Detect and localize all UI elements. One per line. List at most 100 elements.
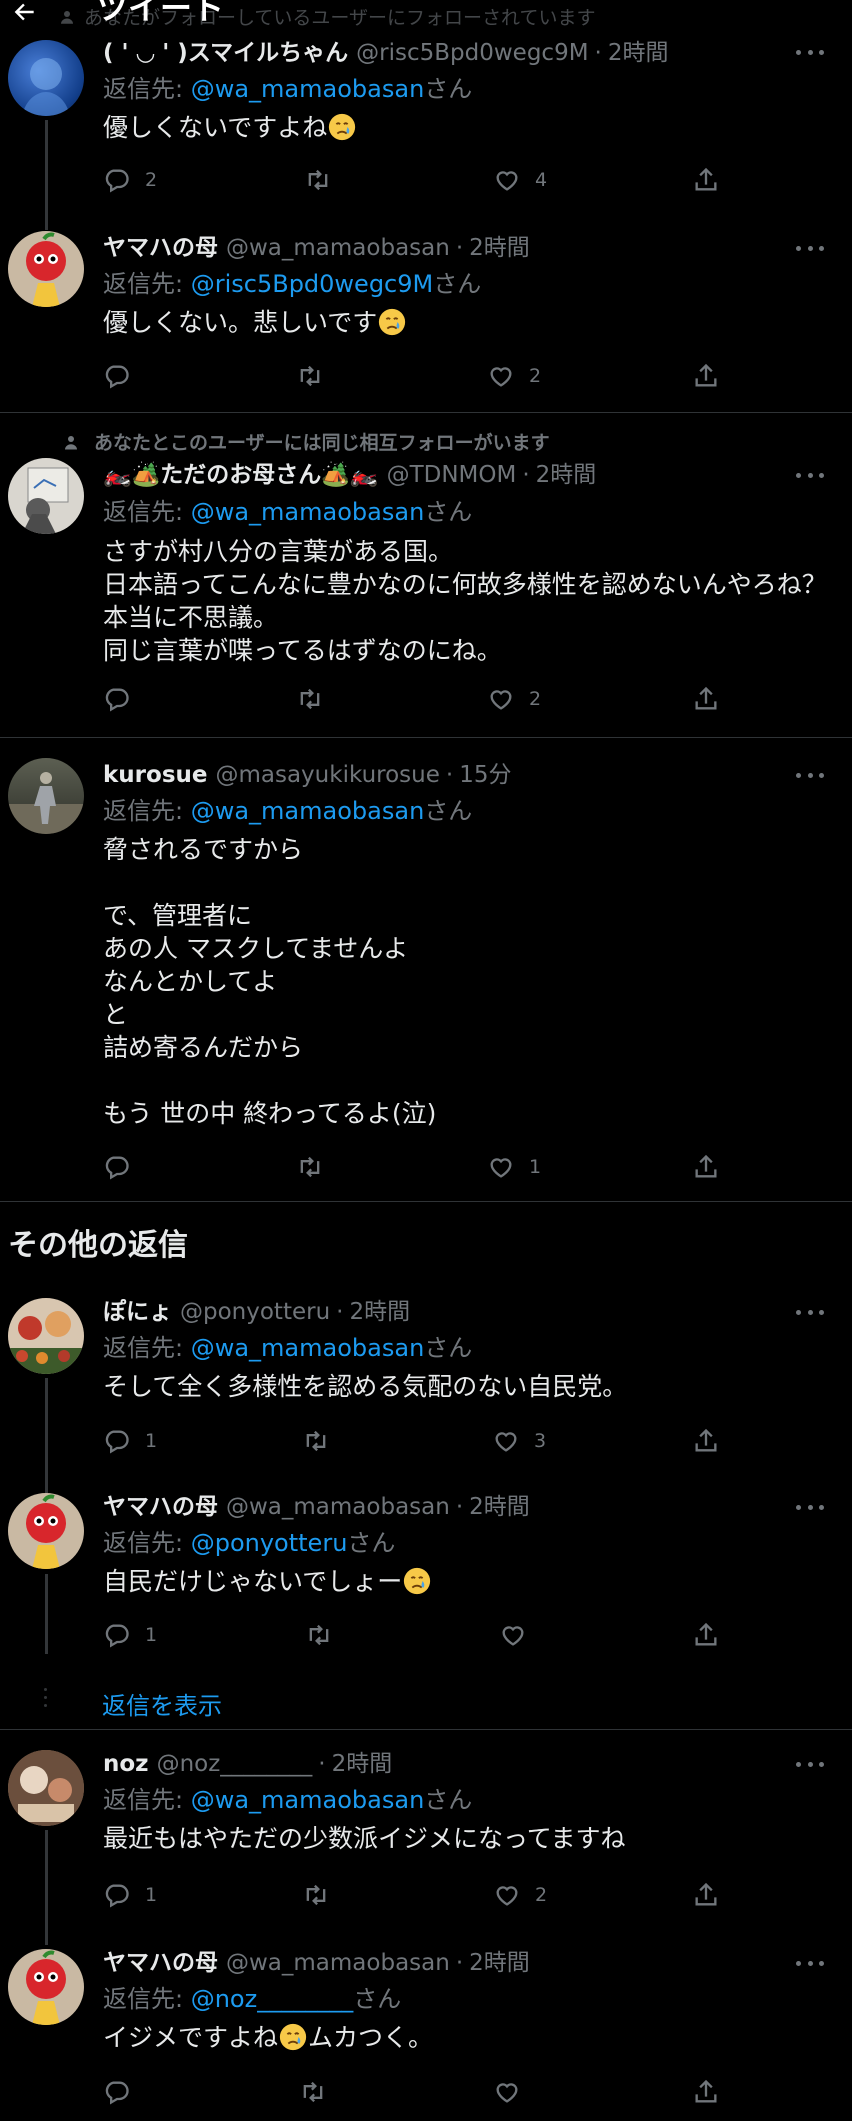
display-name[interactable]: ヤマハの母 (103, 1948, 218, 1978)
like-button[interactable] (493, 2075, 535, 2109)
reply-button[interactable] (103, 682, 145, 716)
retweet-button[interactable] (302, 1424, 330, 1458)
avatar[interactable] (8, 1298, 84, 1374)
retweet-button[interactable] (302, 1878, 330, 1912)
timestamp[interactable]: 2時間 (469, 233, 530, 263)
timestamp[interactable]: 2時間 (536, 460, 597, 490)
share-icon (692, 1621, 720, 1649)
handle[interactable]: @masayukikurosue (215, 760, 439, 790)
show-replies-link[interactable]: 返信を表示 (102, 1686, 222, 1721)
retweet-button[interactable] (305, 1618, 333, 1652)
share-button[interactable] (692, 1878, 720, 1912)
retweet-button[interactable] (296, 682, 324, 716)
reply-to-link[interactable]: @wa_mamaobasan (191, 75, 425, 103)
more-options-icon[interactable] (796, 1503, 824, 1511)
tweet-item[interactable]: ヤマハの母 @wa_mamaobasan · 2時間 返信先: @noz____… (0, 1935, 852, 2121)
display-name[interactable]: ヤマハの母 (103, 233, 218, 263)
like-button[interactable]: 3 (492, 1424, 546, 1458)
more-options-icon[interactable] (796, 244, 824, 252)
reply-to-link[interactable]: @wa_mamaobasan (191, 498, 425, 526)
reply-to-link[interactable]: @wa_mamaobasan (191, 1786, 425, 1814)
reply-to-link[interactable]: @risc5Bpd0wegc9M (191, 270, 434, 298)
tweet-item[interactable]: ヤマハの母 @wa_mamaobasan · 2時間 返信先: @ponyott… (0, 1478, 852, 1724)
avatar[interactable] (8, 758, 84, 834)
timestamp[interactable]: 2時間 (332, 1749, 393, 1779)
reply-button[interactable] (103, 1150, 145, 1184)
more-options-icon[interactable] (796, 1308, 824, 1316)
share-button[interactable] (692, 2075, 720, 2109)
avatar[interactable] (8, 1493, 84, 1569)
reply-suffix: さん (424, 1334, 473, 1362)
handle[interactable]: @ponyotteru (180, 1297, 330, 1327)
reply-to-link[interactable]: @noz________ (191, 1985, 354, 2013)
timestamp[interactable]: 15分 (459, 760, 511, 790)
tweet-item[interactable]: ヤマハの母 @wa_mamaobasan · 2時間 返信先: @risc5Bp… (0, 198, 852, 412)
more-options-icon[interactable] (796, 471, 824, 479)
tweet-item[interactable]: kurosue @masayukikurosue · 15分 返信先: @wa_… (0, 738, 852, 1201)
share-button[interactable] (692, 1424, 720, 1458)
share-button[interactable] (692, 163, 720, 197)
more-options-icon[interactable] (796, 48, 824, 56)
share-button[interactable] (692, 1150, 720, 1184)
handle[interactable]: @noz________ (157, 1749, 313, 1779)
like-button[interactable]: 2 (487, 682, 541, 716)
tweet-item[interactable]: noz @noz________ · 2時間 返信先: @wa_mamaobas… (0, 1730, 852, 1945)
reply-context: 返信先: @wa_mamaobasanさん (103, 795, 472, 827)
timestamp[interactable]: 2時間 (349, 1297, 410, 1327)
tweet-item[interactable]: あなたとこのユーザーには同じ相互フォローがいます 🏍️🏕️ただのお母さん🏕️🏍️… (0, 413, 852, 737)
reply-button[interactable] (103, 2075, 145, 2109)
retweet-icon (302, 1427, 330, 1455)
share-button[interactable] (692, 682, 720, 716)
display-name[interactable]: 🏍️🏕️ただのお母さん🏕️🏍️ (103, 460, 379, 490)
tweet-text: イジメですよね ムカつく。 (103, 2021, 433, 2054)
like-button[interactable]: 2 (487, 359, 541, 393)
reply-button[interactable]: 1 (103, 1878, 157, 1912)
display-name[interactable]: ヤマハの母 (103, 1492, 218, 1522)
share-button[interactable] (692, 359, 720, 393)
avatar[interactable] (8, 231, 84, 307)
retweet-button[interactable] (296, 359, 324, 393)
display-name[interactable]: ( ' ◡ ' )スマイルちゃん (103, 38, 348, 68)
handle[interactable]: @risc5Bpd0wegc9M (356, 38, 588, 68)
handle[interactable]: @wa_mamaobasan (226, 233, 450, 263)
like-button[interactable] (499, 1618, 541, 1652)
reply-to-link[interactable]: @ponyotteru (191, 1529, 348, 1557)
back-arrow-icon[interactable] (10, 0, 40, 24)
handle[interactable]: @wa_mamaobasan (226, 1948, 450, 1978)
avatar[interactable] (8, 40, 84, 116)
timestamp[interactable]: 2時間 (469, 1492, 530, 1522)
reply-button[interactable] (103, 359, 145, 393)
avatar[interactable] (8, 458, 84, 534)
timestamp[interactable]: 2時間 (608, 38, 669, 68)
reply-to-link[interactable]: @wa_mamaobasan (191, 1334, 425, 1362)
timestamp[interactable]: 2時間 (469, 1948, 530, 1978)
retweet-button[interactable] (304, 163, 332, 197)
display-name[interactable]: noz (103, 1749, 149, 1779)
handle[interactable]: @wa_mamaobasan (226, 1492, 450, 1522)
reply-to-link[interactable]: @wa_mamaobasan (191, 797, 425, 825)
like-button[interactable]: 1 (487, 1150, 541, 1184)
display-name[interactable]: kurosue (103, 760, 207, 790)
retweet-button[interactable] (299, 2075, 327, 2109)
more-options-icon[interactable] (796, 1959, 824, 1967)
more-options-icon[interactable] (796, 771, 824, 779)
reply-button[interactable]: 2 (103, 163, 157, 197)
like-button[interactable]: 2 (493, 1878, 547, 1912)
heart-icon (493, 2078, 521, 2106)
share-button[interactable] (692, 1618, 720, 1652)
heart-icon (493, 166, 521, 194)
tweet-text: 自民だけじゃないでしょー (103, 1565, 432, 1598)
reply-prefix: 返信先: (103, 1529, 191, 1557)
avatar[interactable] (8, 1750, 84, 1826)
display-name[interactable]: ぽにょ (103, 1297, 172, 1327)
avatar[interactable] (8, 1949, 84, 2025)
handle[interactable]: @TDNMOM (387, 460, 517, 490)
more-options-icon[interactable] (796, 1760, 824, 1768)
like-count: 2 (535, 1884, 548, 1906)
reply-button[interactable]: 1 (103, 1424, 157, 1458)
tweet-item[interactable]: ぽにょ @ponyotteru · 2時間 返信先: @wa_mamaobasa… (0, 1280, 852, 1496)
retweet-button[interactable] (296, 1150, 324, 1184)
like-button[interactable]: 4 (493, 163, 547, 197)
reply-count: 2 (145, 169, 158, 191)
reply-button[interactable]: 1 (103, 1618, 157, 1652)
